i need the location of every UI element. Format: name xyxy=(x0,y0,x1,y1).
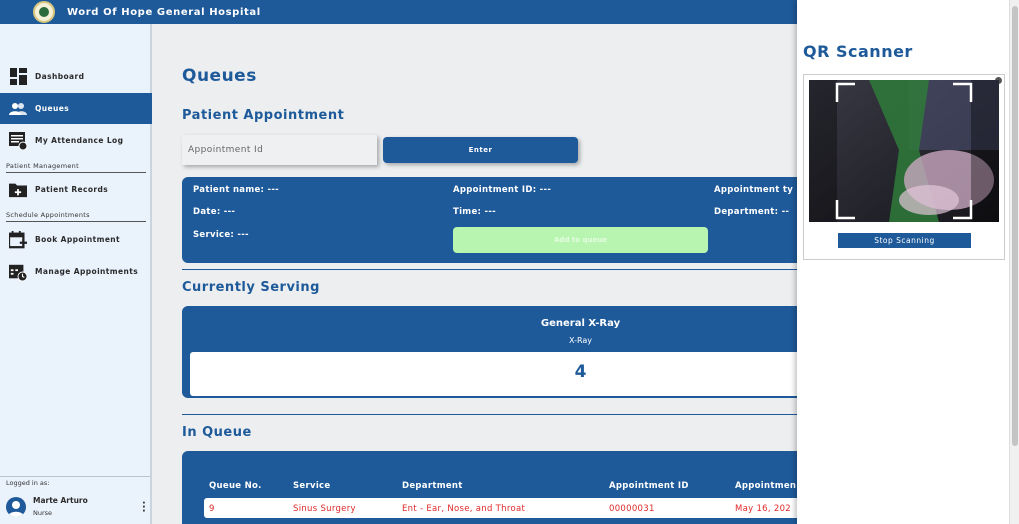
page-title: Queues xyxy=(182,66,257,86)
folder-add-icon xyxy=(9,181,27,199)
time-field: Time: --- xyxy=(453,207,496,217)
section-label-patient-management: Patient Management xyxy=(6,162,146,173)
serving-number-box: 4 xyxy=(190,352,797,396)
calendar-clock-icon xyxy=(9,263,27,281)
service-field: Service: --- xyxy=(193,230,249,240)
serving-service-name: General X-Ray xyxy=(540,318,621,329)
department-cell: Ent - Ear, Nose, and Throat xyxy=(402,504,526,514)
more-options-icon[interactable]: · · · xyxy=(142,499,146,517)
avatar xyxy=(6,497,26,517)
main-content: Queues Patient Appointment Enter Patient… xyxy=(154,24,797,524)
section-divider xyxy=(182,414,797,415)
sidebar-item-patient-records[interactable]: Patient Records xyxy=(0,174,152,205)
add-to-queue-button[interactable]: Add to queue xyxy=(453,227,708,253)
serving-queue-number: 4 xyxy=(574,362,587,382)
queue-table: Queue No. Service Department Appointment… xyxy=(182,451,797,524)
sidebar-item-book-appointment[interactable]: Book Appointment xyxy=(0,224,152,255)
enter-button[interactable]: Enter xyxy=(383,137,578,163)
sidebar-item-queues[interactable]: Queues xyxy=(0,93,152,124)
logged-in-label: Logged in as: xyxy=(6,479,50,487)
sidebar-item-label: Queues xyxy=(35,104,70,113)
column-header: Department xyxy=(402,481,463,491)
appointment-id-input[interactable] xyxy=(182,135,377,165)
stop-scanning-button[interactable]: Stop Scanning xyxy=(838,233,971,248)
appointment-id-cell: 00000031 xyxy=(609,504,655,514)
appointment-details-card: Patient name: --- Appointment ID: --- Ap… xyxy=(182,177,797,263)
patient-name-field: Patient name: --- xyxy=(193,185,280,195)
sidebar-item-label: Book Appointment xyxy=(35,235,121,244)
service-cell: Sinus Surgery xyxy=(293,504,356,514)
patient-appointment-heading: Patient Appointment xyxy=(182,108,345,123)
sidebar-item-label: Manage Appointments xyxy=(35,267,139,276)
section-divider xyxy=(182,269,797,270)
scrollbar[interactable] xyxy=(1009,0,1019,524)
users-icon xyxy=(9,100,27,118)
appointment-date-cell: May 16, 202 xyxy=(735,504,792,514)
sidebar-item-manage-appointments[interactable]: Manage Appointments xyxy=(0,256,152,287)
user-role: Nurse xyxy=(33,509,53,517)
sidebar-item-label: Dashboard xyxy=(35,72,85,81)
column-header: Service xyxy=(293,481,331,491)
sidebar-item-label: My Attendance Log xyxy=(35,136,124,145)
in-queue-heading: In Queue xyxy=(182,425,252,440)
department-field: Department: -- xyxy=(714,207,790,217)
appointment-id-field: Appointment ID: --- xyxy=(453,185,552,195)
sidebar-item-dashboard[interactable]: Dashboard xyxy=(0,61,152,92)
queue-number-cell: 9 xyxy=(209,504,215,514)
sidebar-item-attendance[interactable]: My Attendance Log xyxy=(0,125,152,156)
qr-scanner-frame: Stop Scanning xyxy=(803,74,1005,260)
user-name: Marte Arturo xyxy=(33,496,88,505)
sidebar-item-label: Patient Records xyxy=(35,185,109,194)
app-title: Word Of Hope General Hospital xyxy=(67,6,261,18)
section-label-schedule-appointments: Schedule Appointments xyxy=(6,211,146,222)
serving-service-type: X-Ray xyxy=(569,336,592,345)
scrollbar-thumb[interactable] xyxy=(1012,6,1018,446)
appointment-type-field: Appointment ty xyxy=(714,185,794,195)
column-header: Appointment ID xyxy=(609,481,689,491)
dashboard-icon xyxy=(9,68,27,86)
column-header: Queue No. xyxy=(209,481,262,491)
currently-serving-card: General X-Ray X-Ray 4 xyxy=(182,306,797,398)
calendar-add-icon xyxy=(9,230,27,249)
qr-scanner-title: QR Scanner xyxy=(803,42,913,61)
table-row[interactable]: 9 Sinus Surgery Ent - Ear, Nose, and Thr… xyxy=(204,498,797,518)
hospital-logo xyxy=(33,1,55,23)
currently-serving-heading: Currently Serving xyxy=(182,280,320,295)
sidebar: Dashboard Queues My Attendance Log Patie… xyxy=(0,24,152,524)
user-panel: Logged in as: Marte Arturo Nurse · · · xyxy=(0,476,150,524)
attendance-log-icon xyxy=(9,131,27,150)
date-field: Date: --- xyxy=(193,207,236,217)
qr-scanner-panel: QR Scanner Stop Scanning xyxy=(797,0,1009,524)
column-header: Appointmen xyxy=(735,481,797,491)
camera-feed xyxy=(809,80,999,222)
